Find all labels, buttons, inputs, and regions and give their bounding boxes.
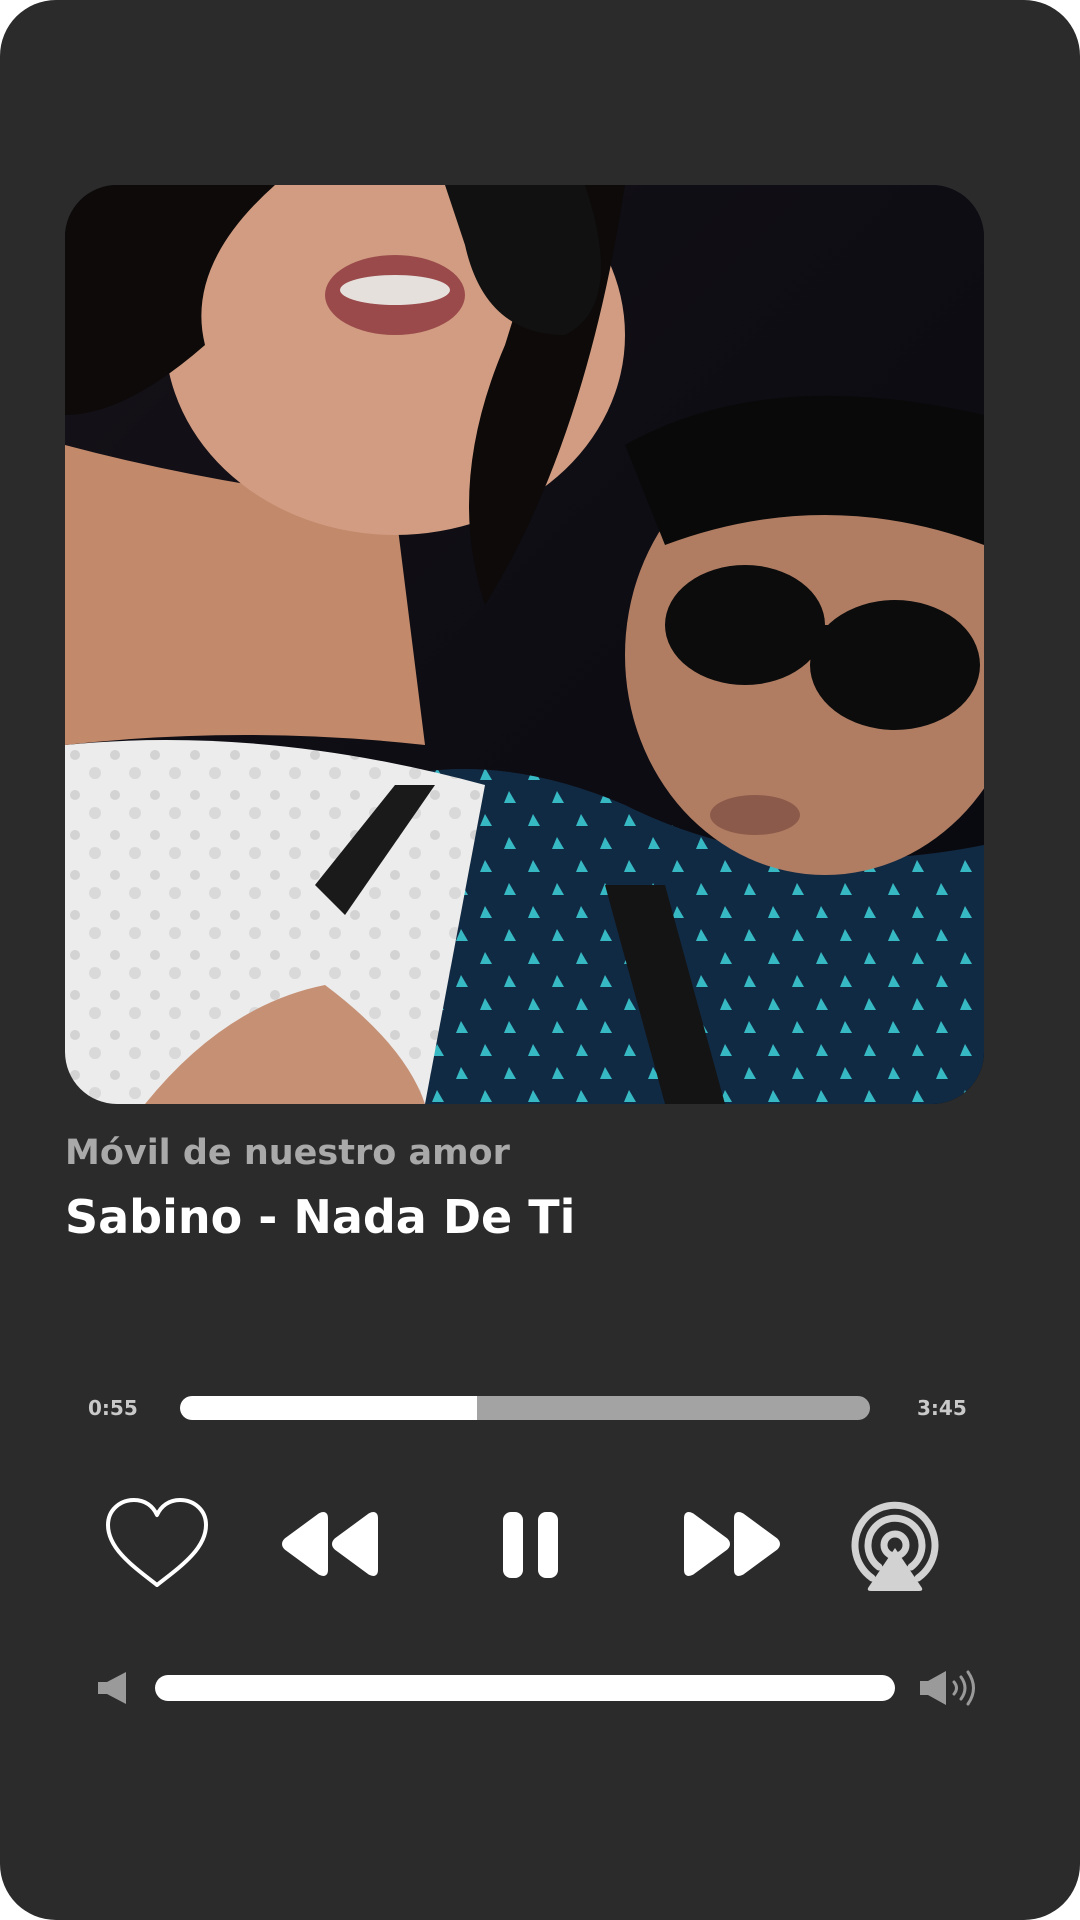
total-time: 3:45 <box>917 1396 967 1420</box>
volume-slider[interactable] <box>155 1675 895 1701</box>
track-title: Sabino - Nada De Ti <box>65 1190 576 1244</box>
volume-high-icon <box>918 1670 980 1706</box>
progress-bar[interactable] <box>180 1396 870 1420</box>
airplay-broadcast-icon <box>851 1501 939 1591</box>
elapsed-time: 0:55 <box>88 1396 138 1420</box>
pause-button[interactable] <box>503 1512 558 1578</box>
fast-forward-icon <box>684 1512 780 1576</box>
track-subtitle: Móvil de nuestro amor <box>65 1133 510 1173</box>
volume-low-icon <box>96 1671 130 1705</box>
rewind-icon <box>282 1512 378 1576</box>
volume-fill <box>155 1675 895 1701</box>
airplay-button[interactable] <box>850 1500 940 1591</box>
heart-outline-icon <box>106 1498 208 1587</box>
previous-button[interactable] <box>280 1510 382 1578</box>
pause-icon <box>503 1512 558 1578</box>
progress-fill <box>180 1396 477 1420</box>
album-photo <box>65 185 984 1104</box>
like-button[interactable] <box>104 1497 210 1591</box>
music-player-card: Móvil de nuestro amor Sabino - Nada De T… <box>0 0 1080 1920</box>
album-artwork <box>65 185 984 1104</box>
next-button[interactable] <box>680 1510 782 1578</box>
